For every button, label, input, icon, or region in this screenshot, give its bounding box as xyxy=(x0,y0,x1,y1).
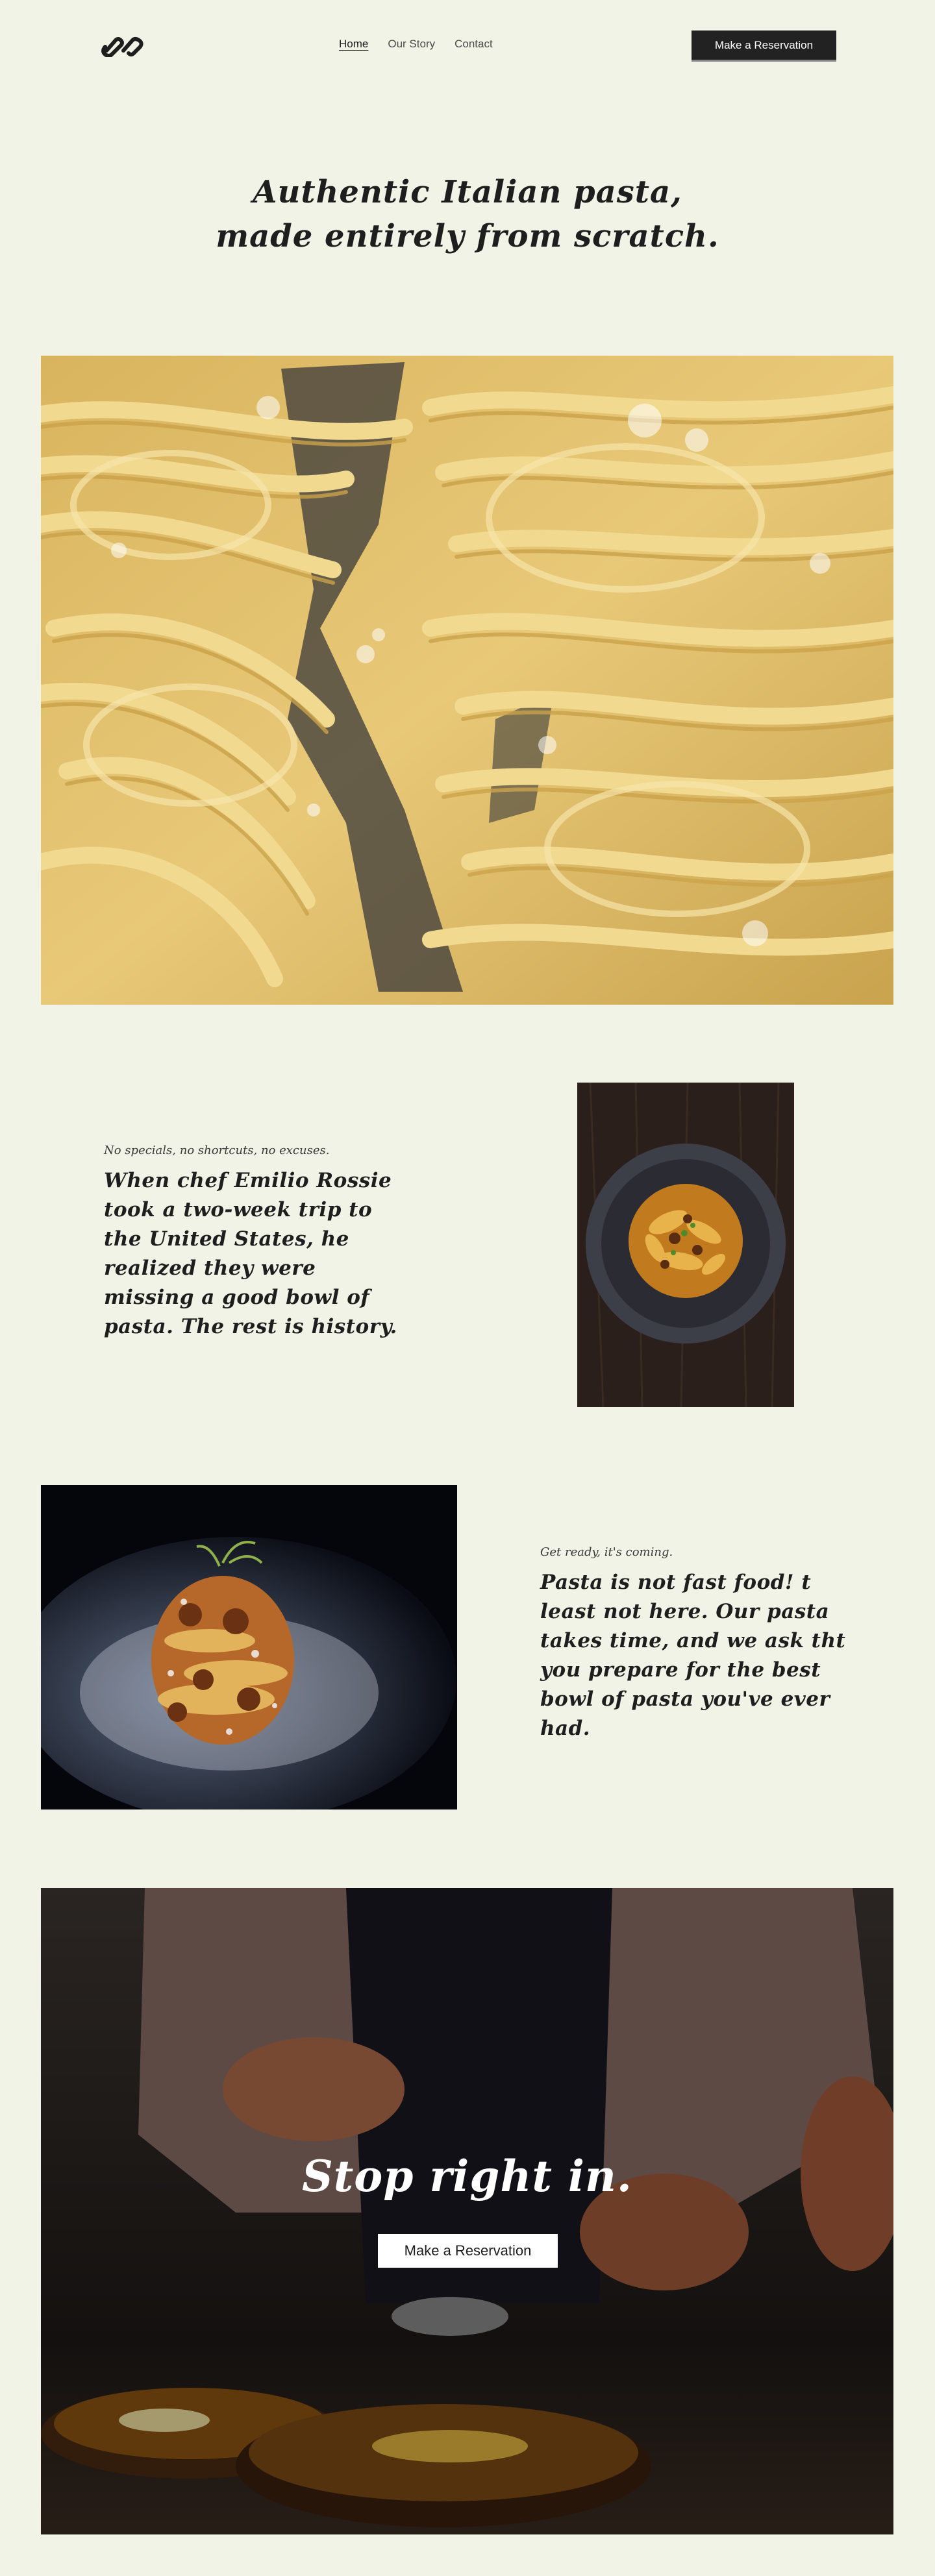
story-2-body: Pasta is not fast food! t least not here… xyxy=(540,1571,846,1740)
hero-pasta-image xyxy=(41,356,893,1005)
story-section-2: Get ready, it's coming. Pasta is not fas… xyxy=(540,1545,852,1743)
story-1-body: When chef Emilio Rossie took a two-week … xyxy=(104,1169,397,1338)
bolognese-plate-image xyxy=(41,1485,457,1809)
chef-plating-image xyxy=(41,1888,893,2534)
pasta-bowl-image xyxy=(577,1083,794,1407)
hero-title-line-1: Authentic Italian pasta, xyxy=(253,174,682,210)
story-section-1: No specials, no shortcuts, no excuses. W… xyxy=(104,1144,403,1342)
story-1-eyebrow: No specials, no shortcuts, no excuses. xyxy=(104,1144,330,1157)
nav-link-contact[interactable]: Contact xyxy=(455,38,493,51)
cta-title: Stop right in. xyxy=(302,2151,632,2202)
story-2-eyebrow: Get ready, it's coming. xyxy=(540,1545,673,1559)
hero-title-line-2: made entirely from scratch. xyxy=(216,218,719,254)
nav-link-our-story[interactable]: Our Story xyxy=(388,38,435,51)
cta-banner: Stop right in. Make a Reservation xyxy=(41,1888,893,2534)
make-reservation-button[interactable]: Make a Reservation xyxy=(692,31,836,60)
cta-reservation-button[interactable]: Make a Reservation xyxy=(378,2234,558,2268)
logo-icon[interactable] xyxy=(97,34,151,57)
nav-link-home[interactable]: Home xyxy=(339,38,368,51)
main-nav: Home Our Story Contact xyxy=(339,38,493,51)
site-header: Home Our Story Contact Make a Reservatio… xyxy=(0,0,935,91)
hero-title: Authentic Italian pasta, made entirely f… xyxy=(0,170,935,258)
